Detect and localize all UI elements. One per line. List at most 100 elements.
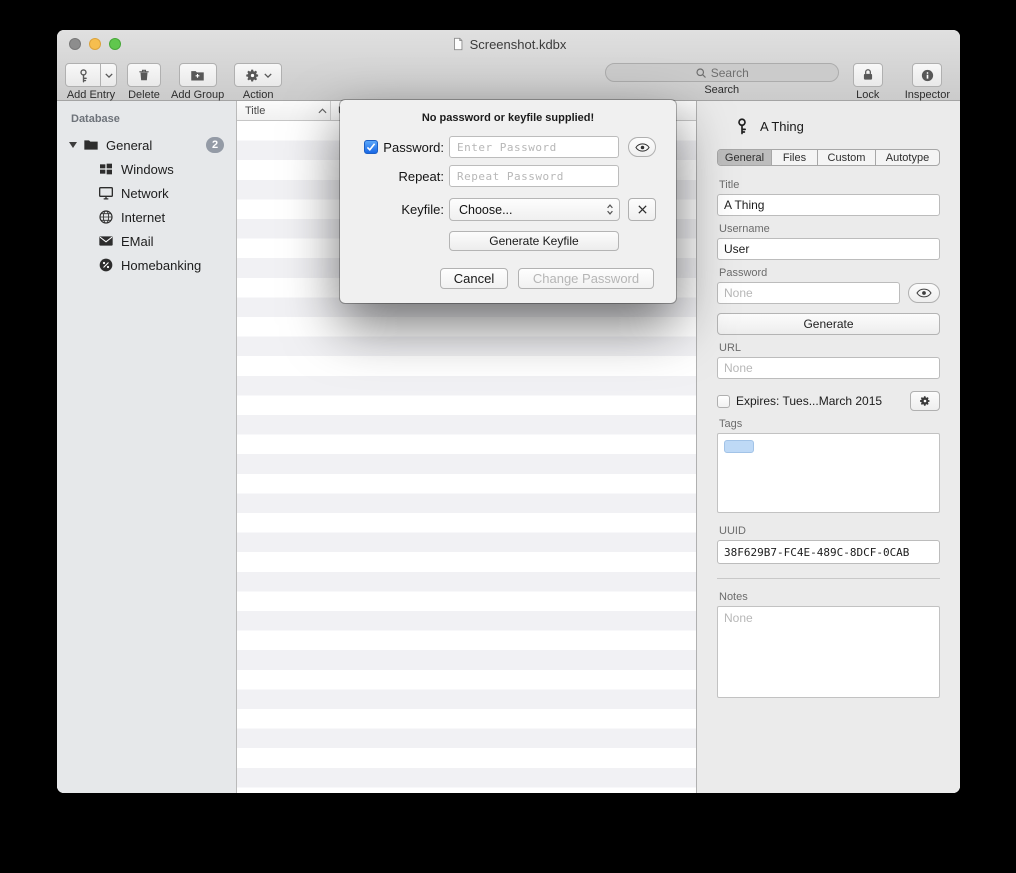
toolbar-item-lock: Lock [853, 63, 883, 101]
inspector-label: Inspector [905, 89, 950, 101]
url-field[interactable] [717, 357, 940, 379]
eye-icon [635, 143, 650, 152]
column-header-title[interactable]: Title [237, 101, 330, 120]
chevron-down-icon [264, 73, 272, 78]
action-button[interactable] [234, 63, 282, 87]
titlebar: Screenshot.kdbx [57, 30, 960, 58]
toolbar-item-action: Action [234, 63, 282, 101]
reveal-password-button[interactable] [628, 137, 656, 157]
reveal-password-button[interactable] [908, 283, 940, 303]
gear-icon [919, 395, 931, 407]
generate-keyfile-button[interactable]: Generate Keyfile [449, 231, 619, 251]
expires-settings-button[interactable] [910, 391, 940, 411]
url-field-label: URL [719, 342, 940, 354]
delete-button[interactable] [127, 63, 161, 87]
sidebar-item-label: General [106, 138, 152, 153]
notes-field[interactable] [717, 606, 940, 698]
inspector-divider [717, 578, 940, 579]
inspector-panel: A Thing General Files Custom Autotype Ti… [696, 101, 960, 793]
tag-chip[interactable] [724, 440, 754, 453]
folder-plus-icon [190, 68, 205, 83]
expires-row: Expires: Tues...March 2015 [717, 391, 940, 411]
notes-label: Notes [719, 591, 940, 603]
add-entry-button[interactable] [65, 63, 101, 87]
tab-custom[interactable]: Custom [818, 150, 876, 165]
minimize-button[interactable] [89, 38, 101, 50]
folder-icon [83, 137, 99, 153]
repeat-labelbox: Repeat: [360, 169, 444, 184]
password-checkbox[interactable] [364, 140, 378, 154]
expires-checkbox[interactable] [717, 395, 730, 408]
keyfile-labelbox: Keyfile: [360, 202, 444, 217]
password-field[interactable] [717, 282, 900, 304]
uuid-field[interactable] [717, 540, 940, 564]
sidebar-item-label: Network [121, 186, 169, 201]
toolbar-item-delete: Delete [127, 63, 161, 101]
lock-button[interactable] [853, 63, 883, 87]
search-label: Search [704, 84, 739, 96]
entry-title: A Thing [760, 119, 804, 134]
add-entry-dropdown-button[interactable] [101, 63, 117, 87]
keyfile-value: Choose... [459, 203, 513, 217]
title-field[interactable] [717, 194, 940, 216]
sidebar: Database General 2 Windows Network [57, 101, 237, 793]
percent-coin-icon [98, 257, 114, 273]
clear-keyfile-button[interactable] [628, 198, 656, 221]
dialog-message: No password or keyfile supplied! [360, 112, 656, 124]
keyfile-popup-button[interactable]: Choose... [449, 198, 620, 221]
tab-general[interactable]: General [718, 150, 772, 165]
column-title-label: Title [245, 105, 265, 117]
change-password-dialog: No password or keyfile supplied! Passwor… [340, 100, 676, 303]
search-input[interactable]: Search [605, 63, 839, 82]
generate-password-button[interactable]: Generate [717, 313, 940, 335]
zoom-button[interactable] [109, 38, 121, 50]
sidebar-item-internet[interactable]: Internet [57, 205, 236, 229]
username-field[interactable] [717, 238, 940, 260]
uuid-label: UUID [719, 525, 940, 537]
tags-label: Tags [719, 418, 940, 430]
sidebar-item-general[interactable]: General 2 [57, 133, 236, 157]
sidebar-item-windows[interactable]: Windows [57, 157, 236, 181]
inspector-tabs: General Files Custom Autotype [717, 149, 940, 166]
chevron-down-icon [105, 73, 113, 78]
title-field-label: Title [719, 179, 940, 191]
sidebar-item-homebanking[interactable]: Homebanking [57, 253, 236, 277]
cancel-button[interactable]: Cancel [440, 268, 508, 289]
password-field-label: Password [719, 267, 940, 279]
username-field-label: Username [719, 223, 940, 235]
add-group-button[interactable] [179, 63, 217, 87]
toolbar-item-add-entry: Add Entry [65, 63, 117, 101]
keyfile-label: Keyfile: [401, 202, 444, 217]
tags-field[interactable] [717, 433, 940, 513]
mail-icon [98, 233, 114, 249]
window-chrome: Screenshot.kdbx Add Entry [57, 30, 960, 101]
tab-autotype[interactable]: Autotype [876, 150, 939, 165]
window-title: Screenshot.kdbx [470, 37, 567, 52]
dialog-buttons: Cancel Change Password [440, 268, 656, 289]
sidebar-item-label: Windows [121, 162, 174, 177]
toolbar-item-inspector: Inspector [905, 63, 950, 101]
password-row [717, 282, 940, 304]
tab-files[interactable]: Files [772, 150, 818, 165]
disclosure-triangle-icon[interactable] [69, 142, 77, 148]
close-button[interactable] [69, 38, 81, 50]
lock-icon [861, 68, 875, 82]
window-title-area: Screenshot.kdbx [57, 30, 960, 58]
password-row: Password: [360, 136, 656, 158]
inspector-toggle-button[interactable] [912, 63, 942, 87]
globe-icon [98, 209, 114, 225]
document-icon [451, 37, 465, 51]
password-labelbox: Password: [360, 140, 444, 155]
sidebar-item-network[interactable]: Network [57, 181, 236, 205]
eye-icon [916, 288, 932, 298]
entry-count-badge: 2 [206, 137, 224, 153]
gear-icon [245, 68, 260, 83]
display-icon [98, 185, 114, 201]
password-input[interactable] [449, 136, 619, 158]
traffic-lights [69, 38, 121, 50]
key-icon [733, 114, 751, 138]
search-placeholder: Search [711, 66, 749, 80]
sidebar-item-email[interactable]: EMail [57, 229, 236, 253]
change-password-button[interactable]: Change Password [518, 268, 654, 289]
repeat-password-input[interactable] [449, 165, 619, 187]
